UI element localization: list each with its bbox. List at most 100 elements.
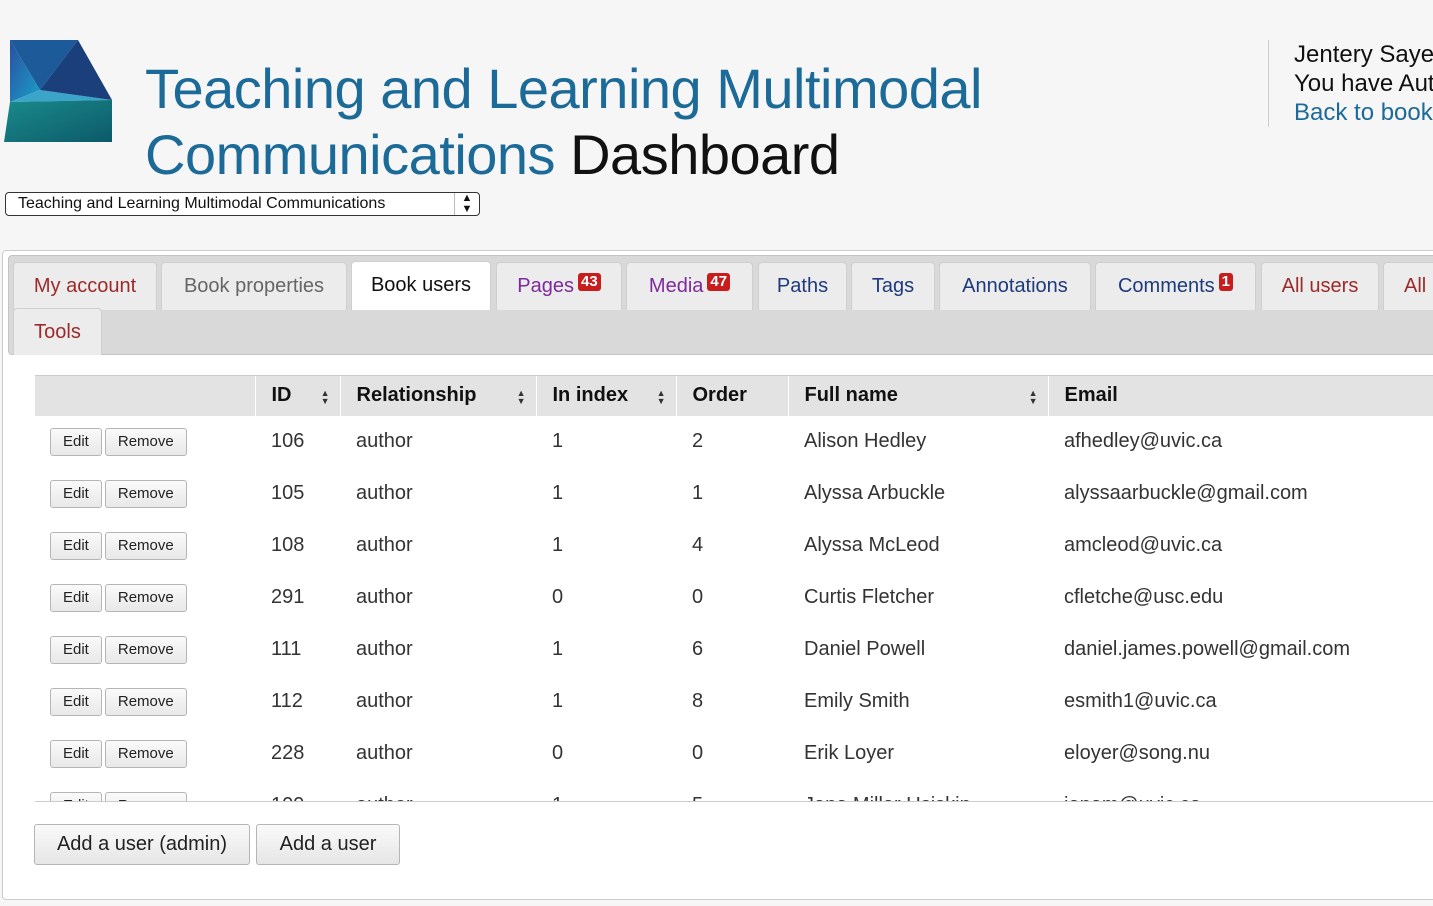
tab-label: All users <box>1281 275 1359 297</box>
cell-full-name: Alison Hedley <box>804 430 927 452</box>
add-user-button[interactable]: Add a user <box>256 824 400 865</box>
remove-button[interactable]: Remove <box>104 583 187 612</box>
table-row: Edit Remove 108 author 1 4 Alyssa McLeod … <box>35 520 1433 572</box>
row-actions: EditRemove <box>35 572 255 624</box>
tab-label: Annotations <box>962 275 1068 297</box>
edit-button[interactable]: Edit <box>50 635 102 664</box>
table-row: Edit Remove 291 author 0 0 Curtis Fletche… <box>35 572 1433 624</box>
tab-book-properties[interactable]: Book properties <box>161 262 347 310</box>
tab-all-books[interactable]: All <box>1383 262 1433 310</box>
col-header-email: Email <box>1047 375 1433 416</box>
sort-icon: ▲ ▼ <box>516 388 526 406</box>
tab-tags[interactable]: Tags <box>851 262 935 310</box>
edit-button[interactable]: Edit <box>50 739 102 768</box>
cell-order: 1 <box>692 482 704 504</box>
cell-full-name: Alyssa Arbuckle <box>804 482 946 504</box>
book-select[interactable]: Teaching and Learning Multimodal Communi… <box>5 192 480 216</box>
cell-relationship: author <box>340 780 536 802</box>
cell-full-name: Jana Millar Usiskin <box>788 780 1048 802</box>
user-name: Jentery Sayer <box>1294 41 1433 68</box>
cell-email: afhedley@uvic.ca <box>1064 430 1223 452</box>
tab-pages[interactable]: Pages 43 <box>496 262 622 310</box>
tab-media[interactable]: Media 47 <box>626 262 753 310</box>
title-book-line2: Communications <box>145 123 556 186</box>
cell-email: amcleod@uvic.ca <box>1064 534 1223 556</box>
cell-order: 0 <box>692 586 704 608</box>
tab-label: Comments <box>1117 275 1215 297</box>
edit-button[interactable]: Edit <box>50 427 102 456</box>
cell-relationship: author <box>356 534 413 556</box>
cell-id: 291 <box>271 586 305 608</box>
cell-in-index: 1 <box>552 482 564 504</box>
remove-button[interactable]: Remove <box>104 739 187 768</box>
cell-in-index: 1 <box>552 638 564 660</box>
cell-relationship: author <box>356 482 413 504</box>
cell-id: 105 <box>271 482 305 504</box>
table-row: Edit Remove 106 author 1 2 Alison Hedley … <box>35 416 1433 468</box>
cell-email: esmith1@uvic.ca <box>1064 690 1217 712</box>
tab-annotations[interactable]: Annotations <box>939 262 1091 310</box>
cell-id: 106 <box>271 430 305 452</box>
tab-my-account[interactable]: My account <box>13 262 157 310</box>
cell-full-name: Erik Loyer <box>804 742 895 764</box>
col-header-id[interactable]: ID ▲ ▼ <box>254 375 340 416</box>
cell-in-index: 1 <box>552 534 564 556</box>
row-actions: EditRemove <box>35 468 255 520</box>
cell-id: 111 <box>271 638 302 660</box>
cell-relationship: author <box>356 638 413 660</box>
table-bottom-divider <box>35 801 1433 802</box>
tab-book-users[interactable]: Book users <box>351 261 491 310</box>
edit-button[interactable]: Edit <box>50 531 102 560</box>
cell-order: 8 <box>692 690 704 712</box>
col-header-label: Full name <box>804 384 898 407</box>
col-header-order: Order <box>675 375 788 416</box>
book-users-table: ID ▲ ▼ Relationship ▲ ▼ In index ▲ ▼ Order Ful… <box>35 375 1433 802</box>
cell-in-index: 0 <box>552 586 564 608</box>
cell-relationship: author <box>356 430 413 452</box>
back-to-book-link[interactable]: Back to book <box>1294 98 1433 127</box>
cell-order: 4 <box>692 534 704 556</box>
user-permission: You have Aut <box>1294 70 1433 97</box>
edit-button[interactable]: Edit <box>50 479 102 508</box>
table-row: EditRemove 109 author 1 5 Jana Millar Us… <box>35 780 1433 802</box>
cell-email: janam@uvic.ca <box>1048 780 1433 802</box>
add-user-admin-button[interactable]: Add a user (admin) <box>34 824 250 865</box>
cell-in-index: 0 <box>552 742 564 764</box>
cell-id: 112 <box>271 690 303 712</box>
table-header-row: ID ▲ ▼ Relationship ▲ ▼ In index ▲ ▼ Order Ful… <box>35 375 1433 416</box>
remove-button[interactable]: Remove <box>104 531 187 560</box>
row-actions: EditRemove <box>35 676 255 728</box>
sort-icon: ▲ ▼ <box>656 388 666 406</box>
tab-comments[interactable]: Comments 1 <box>1095 262 1256 310</box>
tab-all-users[interactable]: All users <box>1261 262 1379 310</box>
edit-button[interactable]: Edit <box>50 687 102 716</box>
remove-button[interactable]: Remove <box>104 427 187 456</box>
col-header-label: In index <box>552 384 629 407</box>
tab-label: Book properties <box>183 275 325 297</box>
comments-count-badge: 1 <box>1218 273 1234 291</box>
tab-tools[interactable]: Tools <box>13 308 102 355</box>
edit-button[interactable]: Edit <box>50 583 102 612</box>
tab-label: Tools <box>34 321 81 343</box>
cell-order: 2 <box>692 430 704 452</box>
col-header-in-index[interactable]: In index ▲ ▼ <box>535 375 676 416</box>
book-select-value: Teaching and Learning Multimodal Communi… <box>18 195 386 212</box>
table-row: Edit Remove 105 author 1 1 Alyssa Arbuckl… <box>35 468 1433 520</box>
row-actions: EditRemove <box>35 416 255 468</box>
row-actions: EditRemove <box>35 624 255 676</box>
remove-button[interactable]: Remove <box>104 635 187 664</box>
col-header-label: ID <box>271 384 292 407</box>
scalar-logo-icon <box>4 40 112 142</box>
title-book-line1: Teaching and Learning Multimodal <box>145 57 983 120</box>
remove-button[interactable]: Remove <box>104 687 187 716</box>
col-header-label: Order <box>692 384 747 407</box>
remove-button[interactable]: Remove <box>104 479 187 508</box>
col-header-label: Email <box>1064 384 1118 407</box>
tab-label: Media <box>648 275 704 297</box>
cell-email: eloyer@song.nu <box>1064 742 1210 764</box>
tab-paths[interactable]: Paths <box>758 262 847 310</box>
col-header-relationship[interactable]: Relationship ▲ ▼ <box>339 375 536 416</box>
col-header-full-name[interactable]: Full name ▲ ▼ <box>787 375 1048 416</box>
users-table-container[interactable]: ID ▲ ▼ Relationship ▲ ▼ In index ▲ ▼ Order Ful… <box>35 375 1433 802</box>
cell-id: 228 <box>271 742 305 764</box>
